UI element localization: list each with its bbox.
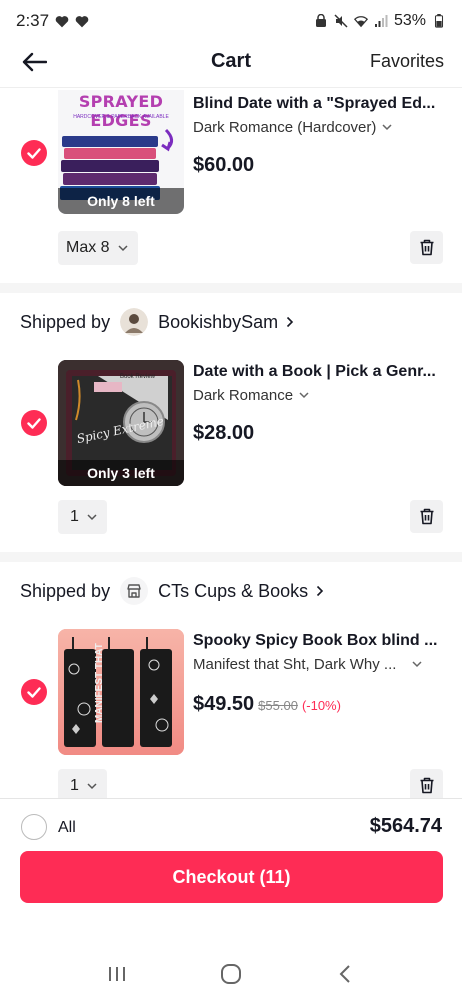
chevron-down-icon (118, 244, 128, 251)
shipped-by-label: Shipped by (20, 580, 111, 601)
cart-total: $564.74 (369, 815, 442, 837)
shop-header[interactable]: Shipped by CTs Cups & Books (0, 571, 462, 611)
battery-percent: 53% (393, 12, 426, 29)
header-divider (0, 87, 462, 88)
shop-name: CTs Cups & Books (158, 580, 309, 601)
item-title[interactable]: Date with a Book | Pick a Genr... (193, 363, 451, 381)
price-value: $49.50 (193, 693, 255, 715)
battery-icon (434, 14, 444, 28)
quantity-selector[interactable]: 1 (58, 500, 107, 534)
check-icon (27, 686, 41, 698)
chevron-down-icon (87, 513, 97, 520)
image-label: Book Review (120, 374, 156, 380)
status-time: 2:37 (16, 11, 50, 30)
shipped-by-label: Shipped by (20, 311, 111, 332)
section-divider (0, 283, 462, 293)
item-image[interactable]: MANIFEST THAT (58, 629, 184, 755)
cart-item: Spicy Extreme Book Review Only 3 left Da… (0, 358, 462, 538)
item-title[interactable]: Blind Date with a "Sprayed Ed... (193, 95, 451, 113)
checkout-button[interactable]: Checkout (11) (20, 851, 443, 903)
favorites-link[interactable]: Favorites (370, 51, 444, 72)
variant-selector[interactable]: Dark Romance (Hardcover) (193, 119, 392, 136)
variant-selector[interactable]: Dark Romance (193, 387, 309, 404)
heart-icon (55, 15, 69, 27)
header: Cart Favorites (0, 42, 462, 82)
image-headline: SPRAYED EDGES (78, 92, 164, 130)
home-button[interactable] (211, 959, 251, 989)
recent-apps-icon (109, 967, 125, 981)
system-back-button[interactable] (325, 959, 365, 989)
home-icon (221, 964, 241, 984)
item-price: $60.00 (193, 154, 254, 177)
item-image[interactable]: SPRAYED EDGES HARDCOVER & PAPERBACK AVAI… (58, 90, 184, 214)
image-tumbler-text: MANIFEST THAT (94, 643, 105, 723)
image-subheadline: HARDCOVER & PAPERBACK AVAILABLE (73, 114, 169, 120)
checkout-bar: All $564.74 Checkout (11) (0, 798, 462, 1000)
check-icon (27, 147, 41, 159)
variant-label: Dark Romance (193, 387, 294, 404)
item-price: $49.50 $55.00 (-10%) (193, 693, 341, 716)
chevron-down-icon (87, 782, 97, 789)
shop-avatar (120, 577, 149, 605)
item-title[interactable]: Spooky Spicy Book Box blind ... (193, 632, 451, 650)
check-icon (27, 417, 41, 429)
quantity-selector[interactable]: Max 8 (58, 231, 138, 265)
product-image-tumblers (58, 629, 184, 755)
status-bar: 2:37 53% (0, 0, 462, 42)
chevron-right-icon (317, 585, 324, 597)
chevron-left-icon (339, 965, 350, 983)
lock-icon (315, 14, 326, 27)
variant-label: Manifest that Sht, Dark Why ... (193, 656, 397, 673)
mute-icon (334, 14, 348, 28)
wifi-icon (353, 16, 368, 28)
chevron-down-icon (299, 392, 309, 399)
variant-selector[interactable]: Manifest that Sht, Dark Why ... (193, 656, 422, 673)
original-price: $55.00 (258, 698, 298, 713)
quantity-value: 1 (70, 508, 79, 525)
variant-label: Dark Romance (Hardcover) (193, 119, 377, 136)
shop-header[interactable]: Shipped by BookishbySam (0, 302, 462, 342)
status-left: 2:37 (16, 11, 89, 31)
trash-icon (420, 777, 433, 794)
section-divider (0, 552, 462, 562)
quantity-value: 1 (70, 777, 79, 794)
arrow-left-icon (22, 52, 47, 72)
item-checkbox[interactable] (21, 679, 47, 705)
item-checkbox[interactable] (21, 410, 47, 436)
price-value: $60.00 (193, 154, 255, 176)
back-button[interactable] (18, 46, 50, 78)
store-icon (127, 584, 141, 598)
chevron-right-icon (287, 316, 294, 328)
system-nav-bar (0, 949, 462, 999)
trash-icon (420, 239, 433, 256)
avatar-image (120, 308, 149, 336)
item-price: $28.00 (193, 422, 254, 445)
quantity-value: Max 8 (66, 239, 110, 256)
cart-item: MANIFEST THAT Spooky Spicy Book Box blin… (0, 627, 462, 803)
item-checkbox[interactable] (21, 140, 47, 166)
price-value: $28.00 (193, 422, 255, 444)
heart-icon (75, 15, 89, 27)
chevron-down-icon (382, 124, 392, 131)
stock-badge: Only 8 left (58, 188, 184, 214)
status-right: 53% (314, 12, 446, 30)
cart-item: SPRAYED EDGES HARDCOVER & PAPERBACK AVAI… (0, 90, 462, 280)
select-all-checkbox[interactable] (21, 814, 47, 840)
stock-badge: Only 3 left (58, 460, 184, 486)
select-all-label[interactable]: All (58, 819, 76, 837)
trash-icon (420, 508, 433, 525)
shop-name: BookishbySam (158, 311, 279, 332)
item-image[interactable]: Spicy Extreme Book Review Only 3 left (58, 360, 184, 486)
delete-item-button[interactable] (410, 231, 443, 264)
recent-apps-button[interactable] (97, 959, 137, 989)
delete-item-button[interactable] (410, 500, 443, 533)
discount-badge: (-10%) (301, 698, 341, 713)
signal-icon (374, 15, 388, 27)
shop-avatar (120, 308, 149, 336)
chevron-down-icon (412, 661, 422, 668)
